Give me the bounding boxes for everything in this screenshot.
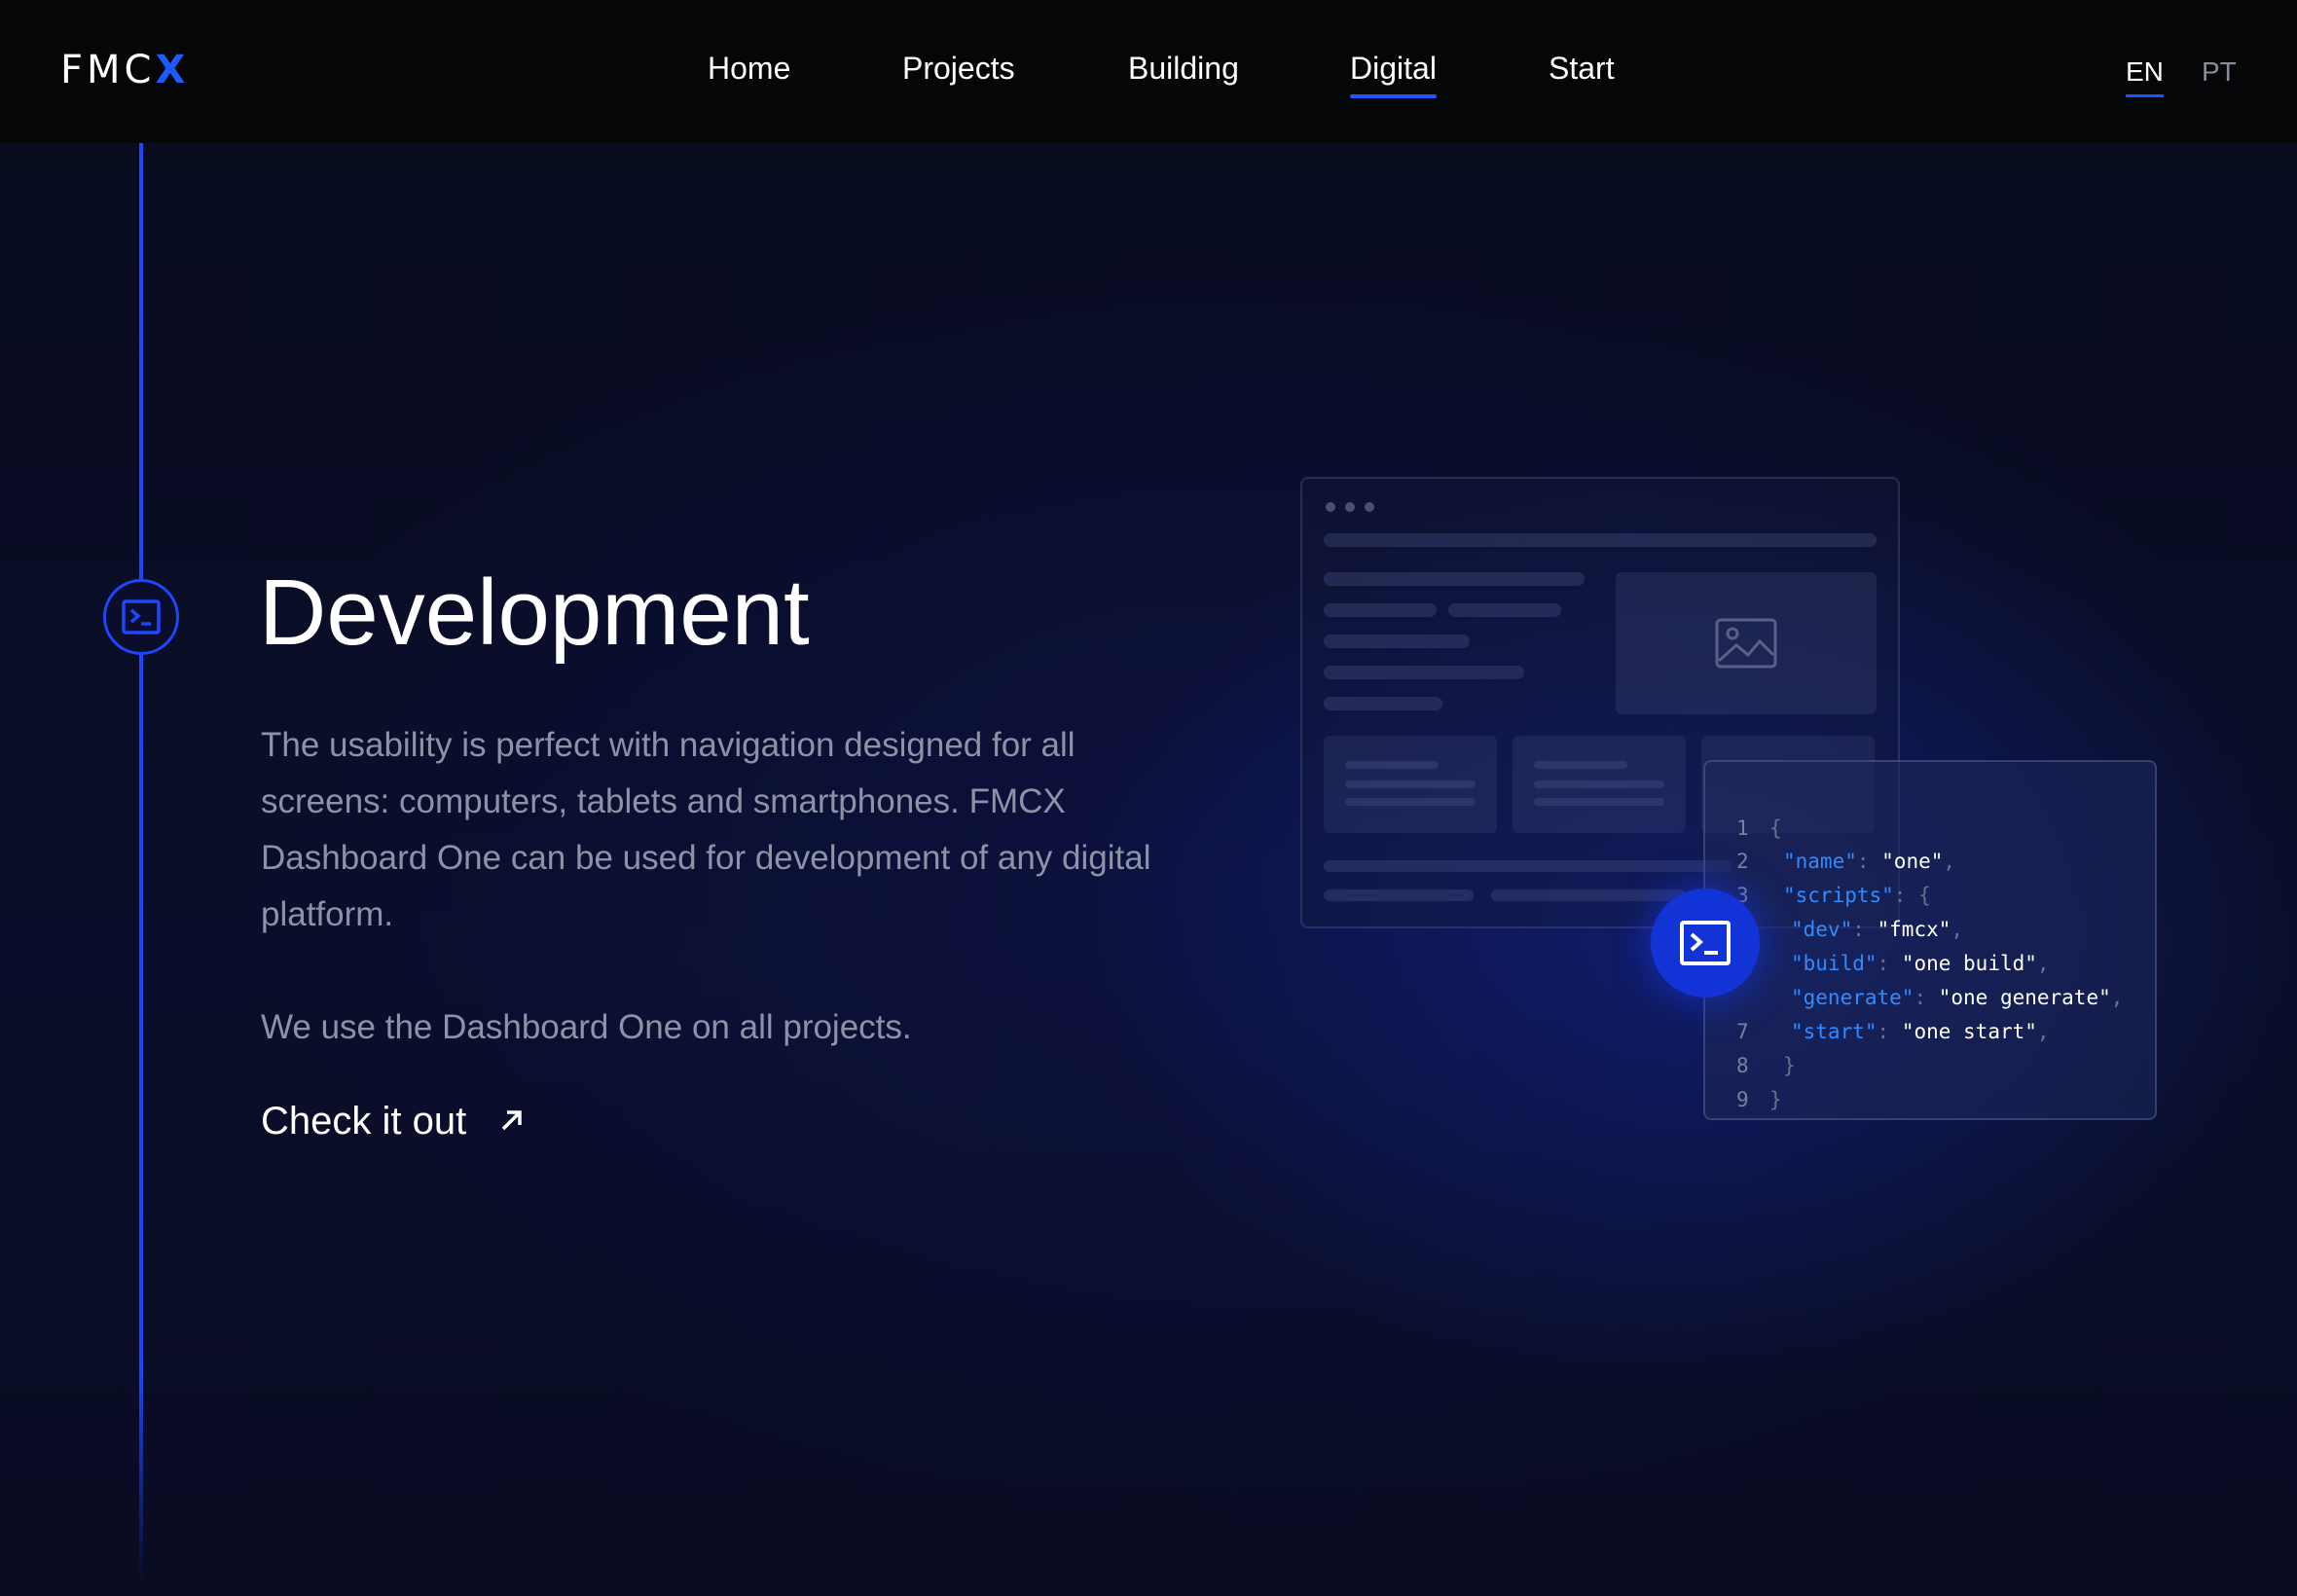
card-placeholder bbox=[1324, 736, 1497, 833]
image-placeholder bbox=[1616, 572, 1877, 714]
nav-item-projects[interactable]: Projects bbox=[902, 51, 1015, 87]
code-line: 9} bbox=[1736, 1088, 1782, 1111]
section-title: Development bbox=[259, 561, 810, 665]
nav-item-home[interactable]: Home bbox=[708, 51, 790, 87]
image-icon bbox=[1715, 618, 1777, 669]
page: FMC X Home Projects Building Digital Star… bbox=[0, 0, 2297, 1596]
code-line: 2 "name": "one", bbox=[1736, 850, 1956, 873]
placeholder-bar bbox=[1324, 697, 1442, 710]
card-placeholder bbox=[1513, 736, 1686, 833]
cta-label: Check it out bbox=[261, 1100, 467, 1143]
check-it-out-link[interactable]: Check it out bbox=[261, 1100, 525, 1143]
placeholder-bar bbox=[1324, 603, 1437, 617]
nav-item-building[interactable]: Building bbox=[1128, 51, 1239, 87]
terminal-icon bbox=[103, 579, 179, 655]
placeholder-bar bbox=[1324, 860, 1732, 872]
timeline-line bbox=[139, 143, 143, 1583]
placeholder-bar bbox=[1448, 603, 1561, 617]
nav-item-digital[interactable]: Digital bbox=[1350, 51, 1437, 98]
nav-item-start[interactable]: Start bbox=[1549, 51, 1615, 87]
code-line: 1{ bbox=[1736, 816, 1782, 840]
section-description: The usability is perfect with navigation… bbox=[261, 726, 1151, 933]
window-dot bbox=[1345, 502, 1355, 512]
placeholder-bar bbox=[1324, 666, 1524, 679]
language-en-link[interactable]: EN bbox=[2126, 56, 2164, 97]
code-panel: 1{ 2 "name": "one", 3 "scripts": { "dev": … bbox=[1703, 760, 2157, 1120]
language-pt-link[interactable]: PT bbox=[2202, 56, 2237, 88]
code-line: 3 "scripts": { bbox=[1736, 884, 1931, 907]
code-line: 8} bbox=[1736, 1054, 1796, 1077]
window-dot bbox=[1365, 502, 1374, 512]
placeholder-bar bbox=[1324, 635, 1470, 648]
placeholder-bar bbox=[1324, 533, 1877, 547]
top-navbar: FMC X Home Projects Building Digital Star… bbox=[0, 0, 2297, 143]
main-nav: Home Projects Building Digital Start bbox=[0, 51, 2297, 105]
placeholder-bar bbox=[1324, 572, 1585, 586]
placeholder-bar bbox=[1324, 889, 1474, 901]
section-note: We use the Dashboard One on all projects… bbox=[261, 1008, 912, 1046]
placeholder-bar bbox=[1491, 889, 1686, 901]
arrow-up-right-icon bbox=[499, 1107, 525, 1137]
window-dot bbox=[1326, 502, 1335, 512]
terminal-badge-icon bbox=[1651, 889, 1760, 998]
code-line: 7 "start": "one start", bbox=[1736, 1020, 2050, 1043]
